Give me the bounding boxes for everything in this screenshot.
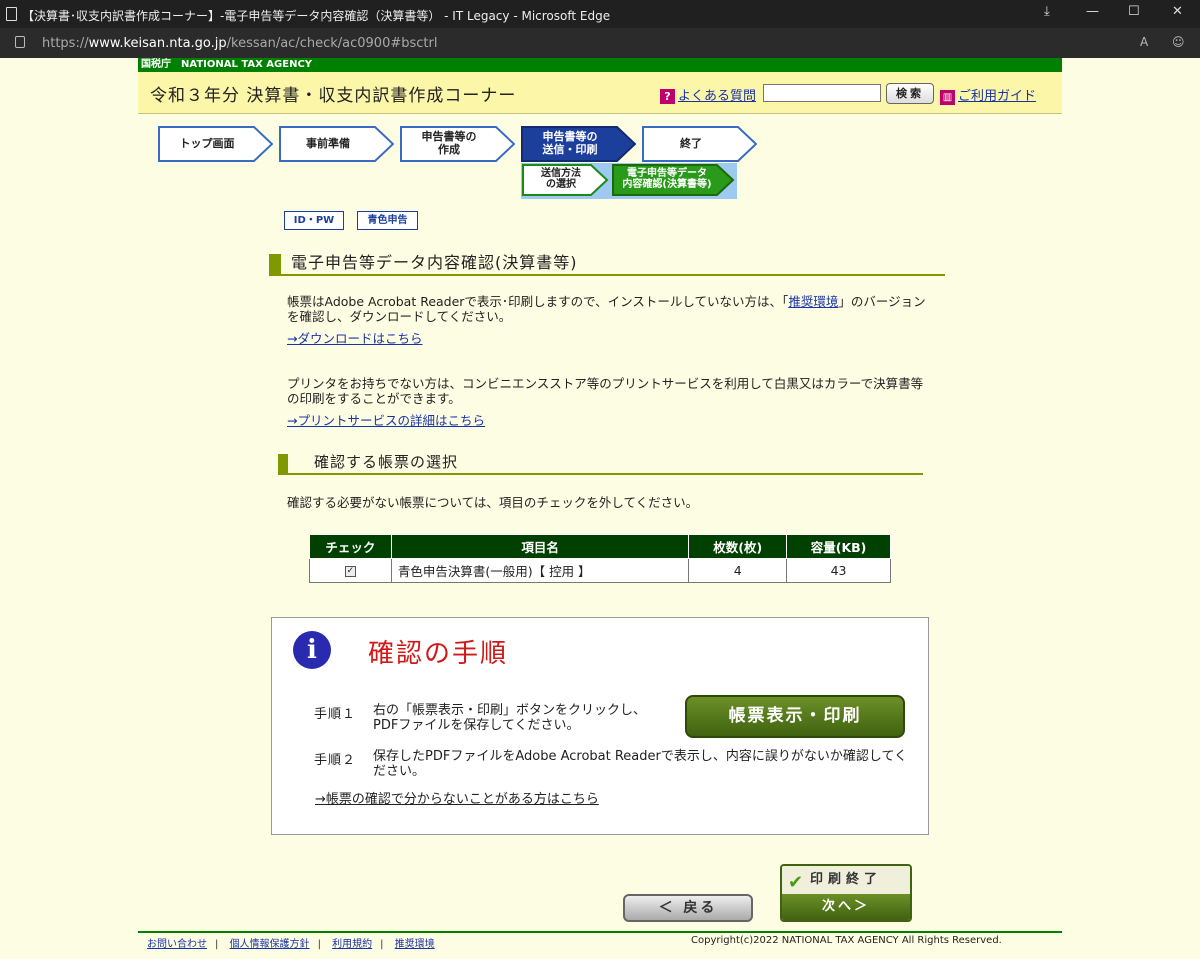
tab-blue-return[interactable]: 青色申告: [357, 211, 418, 230]
procedure-panel: i 確認の手順 手順１ 右の「帳票表示・印刷」ボタンをクリックし、PDFファイル…: [271, 617, 929, 835]
agency-banner: 国税庁 NATIONAL TAX AGENCY: [138, 58, 1062, 72]
step-finish: 終了: [642, 126, 757, 162]
minimize-button[interactable]: —: [1086, 4, 1099, 19]
footer-link-terms[interactable]: 利用規約: [332, 939, 372, 950]
page-footer: お問い合わせ | 個人情報保護方針 | 利用規約 | 推奨環境 Copyright(c…: [138, 931, 1062, 950]
footer-link-privacy[interactable]: 個人情報保護方針: [230, 939, 310, 950]
page-content: 国税庁 NATIONAL TAX AGENCY 令和３年分 決算書・収支内訳書作…: [0, 58, 1200, 959]
recommended-env-link[interactable]: 推奨環境: [788, 294, 838, 309]
help-link[interactable]: →帳票の確認で分からないことがある方はこちら: [315, 792, 599, 807]
form-name: 青色申告決算書(一般用)【 控用 】: [390, 558, 690, 583]
print-forms-button[interactable]: 帳票表示・印刷: [685, 695, 905, 738]
main-heading: 電子申告等データ内容確認(決算書等): [269, 254, 945, 276]
download-icon[interactable]: ⤓: [1044, 4, 1050, 19]
info-icon: i: [293, 631, 331, 669]
step2-text: 保存したPDFファイルをAdobe Acrobat Readerで表示し、内容に…: [373, 749, 908, 779]
print-service-link[interactable]: →プリントサービスの詳細はこちら: [287, 413, 485, 428]
faq-link[interactable]: ? よくある質問: [660, 85, 756, 104]
read-aloud-icon[interactable]: A: [1140, 35, 1148, 49]
table-row: ✓ 青色申告決算書(一般用)【 控用 】 4 43: [309, 558, 891, 583]
search-button[interactable]: 検索: [886, 83, 934, 104]
lock-icon: [15, 36, 25, 48]
print-done-next-button[interactable]: ✔ 印刷終了 次へ＞: [780, 864, 912, 922]
step-prep: 事前準備: [279, 126, 394, 162]
page-title: 令和３年分 決算書・収支内訳書作成コーナー: [150, 86, 517, 106]
step1-text: 右の「帳票表示・印刷」ボタンをクリックし、PDFファイルを保存してください。: [373, 703, 647, 733]
window-title: 【決算書･収支内訳書作成コーナー】-電子申告等データ内容確認（決算書等） - I…: [22, 9, 611, 23]
step1-label: 手順１: [314, 707, 357, 722]
step2-label: 手順２: [314, 753, 357, 768]
footer-link-contact[interactable]: お問い合わせ: [147, 939, 207, 950]
page-header: 令和３年分 決算書・収支内訳書作成コーナー ? よくある質問 検索 ▥ ご利用ガイド: [138, 72, 1062, 114]
profile-icon[interactable]: ☺: [1172, 35, 1185, 49]
form-pages: 4: [688, 558, 788, 583]
guide-link[interactable]: ▥ ご利用ガイド: [940, 85, 1036, 105]
url-text[interactable]: https://www.keisan.nta.go.jp/kessan/ac/c…: [42, 36, 437, 51]
col-pages: 枚数(枚): [688, 534, 788, 559]
tab-idpw[interactable]: ID・PW: [284, 211, 344, 230]
substep-method: 送信方法 の選択: [541, 167, 581, 191]
substeps: 送信方法 の選択 電子申告等データ 内容確認(決算書等): [521, 163, 737, 199]
form-size: 43: [786, 558, 891, 583]
procedure-title: 確認の手順: [368, 639, 509, 669]
col-size: 容量(KB): [786, 534, 891, 559]
col-name: 項目名: [390, 534, 690, 559]
footer-link-env[interactable]: 推奨環境: [395, 939, 435, 950]
close-button[interactable]: ✕: [1172, 4, 1183, 19]
sub-heading: 確認する帳票の選択: [278, 454, 923, 475]
col-check: チェック: [309, 534, 392, 559]
select-note: 確認する必要がない帳票については、項目のチェックを外してください。: [287, 495, 699, 510]
book-icon: ▥: [940, 90, 955, 105]
download-link[interactable]: →ダウンロードはこちら: [287, 331, 422, 346]
substep-confirm: 電子申告等データ 内容確認(決算書等): [622, 167, 712, 191]
address-bar[interactable]: https://www.keisan.nta.go.jp/kessan/ac/c…: [0, 28, 1200, 58]
form-checkbox[interactable]: ✓: [344, 566, 356, 577]
browser-titlebar: 【決算書･収支内訳書作成コーナー】-電子申告等データ内容確認（決算書等） - I…: [0, 0, 1200, 28]
acrobat-note: 帳票はAdobe Acrobat Readerで表示･印刷しますので、インストー…: [287, 294, 926, 324]
document-icon: [6, 7, 17, 21]
step-create: 申告書等の 作成: [400, 126, 515, 162]
maximize-button[interactable]: ☐: [1128, 4, 1140, 19]
step-top: トップ画面: [158, 126, 273, 162]
step-send-print: 申告書等の 送信・印刷: [521, 126, 636, 162]
copyright: Copyright(c)2022 NATIONAL TAX AGENCY All…: [691, 935, 1002, 946]
print-service-note: プリンタをお持ちでない方は、コンビニエンスストア等のプリントサービスを利用して白…: [287, 376, 924, 406]
search-input[interactable]: [763, 84, 881, 102]
question-icon: ?: [660, 89, 675, 104]
forms-table: チェック 項目名 枚数(枚) 容量(KB) ✓ 青色申告決算書(一般用)【 控用…: [309, 534, 891, 583]
check-icon: ✔: [788, 872, 809, 893]
back-button[interactable]: ＜ 戻る: [623, 894, 753, 922]
